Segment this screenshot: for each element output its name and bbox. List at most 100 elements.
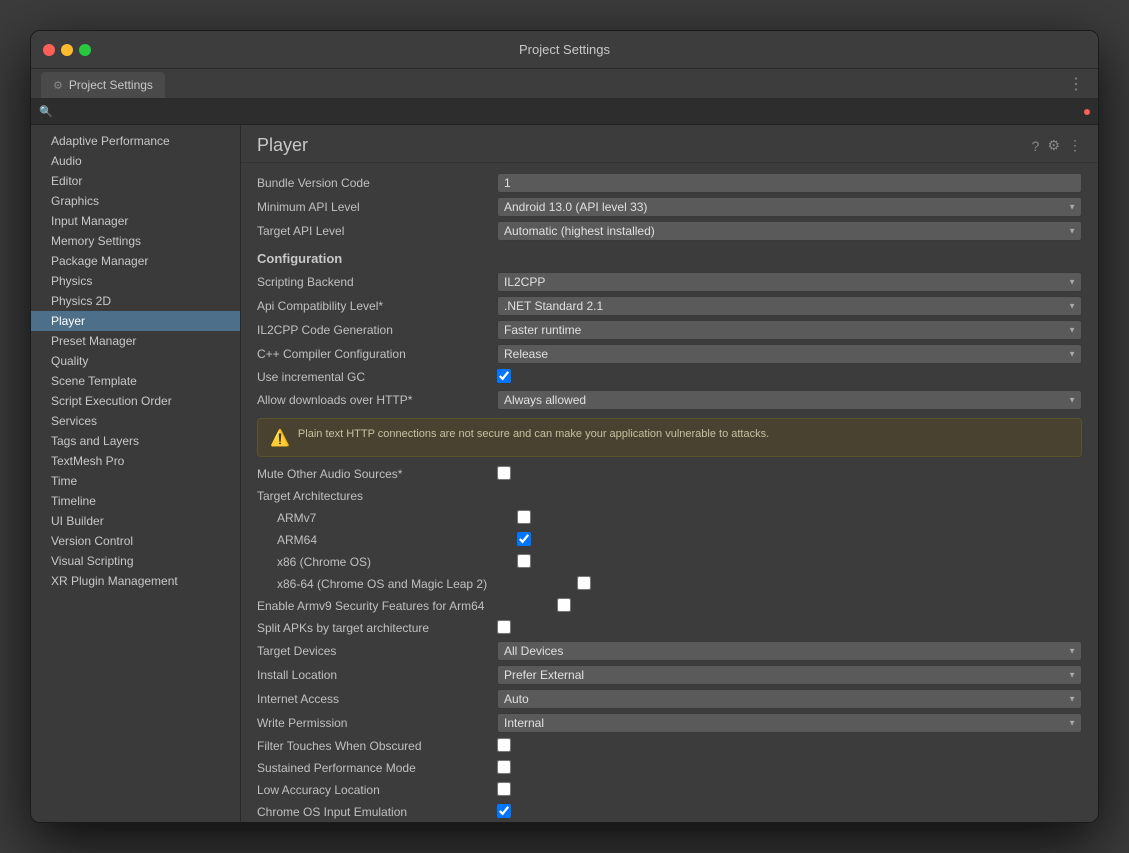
write-permission-wrapper: Internal (497, 713, 1082, 733)
armv7-checkbox[interactable] (517, 510, 531, 524)
x86-chrome-label: x86 (Chrome OS) (277, 555, 517, 569)
bundle-version-code-row: Bundle Version Code (257, 171, 1082, 195)
more-icon[interactable]: ⋮ (1068, 137, 1082, 154)
il2cpp-code-gen-select[interactable]: Faster runtime (497, 320, 1082, 340)
target-api-level-select[interactable]: Automatic (highest installed) (497, 221, 1082, 241)
sidebar-item-ui-builder[interactable]: UI Builder (31, 511, 240, 531)
more-options-icon[interactable]: ⋮ (1064, 74, 1088, 94)
sidebar-item-scene-template[interactable]: Scene Template (31, 371, 240, 391)
bundle-version-code-value (497, 173, 1082, 193)
sidebar-item-package-manager[interactable]: Package Manager (31, 251, 240, 271)
internet-access-wrapper: Auto (497, 689, 1082, 709)
sidebar-item-physics[interactable]: Physics (31, 271, 240, 291)
sustained-performance-value (497, 760, 1082, 777)
x86-chrome-checkbox[interactable] (517, 554, 531, 568)
filter-touches-checkbox[interactable] (497, 738, 511, 752)
help-icon[interactable]: ? (1032, 138, 1040, 154)
sidebar-item-xr-plugin-management[interactable]: XR Plugin Management (31, 571, 240, 591)
sidebar-item-memory-settings[interactable]: Memory Settings (31, 231, 240, 251)
titlebar: Project Settings (31, 31, 1098, 69)
sidebar-item-preset-manager[interactable]: Preset Manager (31, 331, 240, 351)
target-devices-select[interactable]: All Devices (497, 641, 1082, 661)
mute-audio-checkbox[interactable] (497, 466, 511, 480)
sidebar-item-adaptive-performance[interactable]: Adaptive Performance (31, 131, 240, 151)
x86-64-chrome-value (577, 576, 1082, 593)
install-location-select[interactable]: Prefer External (497, 665, 1082, 685)
window-title: Project Settings (519, 42, 610, 57)
x86-64-chrome-checkbox[interactable] (577, 576, 591, 590)
use-incremental-gc-checkbox[interactable] (497, 369, 511, 383)
main-window: Project Settings ⚙ Project Settings ⋮ 🔍 … (30, 30, 1099, 823)
sidebar-item-quality[interactable]: Quality (31, 351, 240, 371)
sidebar-item-script-execution-order[interactable]: Script Execution Order (31, 391, 240, 411)
sustained-performance-checkbox[interactable] (497, 760, 511, 774)
low-accuracy-location-checkbox[interactable] (497, 782, 511, 796)
sidebar-item-physics-2d[interactable]: Physics 2D (31, 291, 240, 311)
chrome-os-input-value (497, 804, 1082, 821)
search-input[interactable] (59, 105, 1078, 119)
enable-armv9-row: Enable Armv9 Security Features for Arm64 (257, 595, 1082, 617)
sidebar-item-timeline[interactable]: Timeline (31, 491, 240, 511)
settings-panel: Player ? ⚙ ⋮ Bundle Version Code Min (241, 125, 1098, 822)
install-location-wrapper: Prefer External (497, 665, 1082, 685)
minimum-api-level-row: Minimum API Level Android 13.0 (API leve… (257, 195, 1082, 219)
sidebar-item-services[interactable]: Services (31, 411, 240, 431)
sidebar-item-textmesh-pro[interactable]: TextMesh Pro (31, 451, 240, 471)
bundle-version-code-input[interactable] (497, 173, 1082, 193)
write-permission-select[interactable]: Internal (497, 713, 1082, 733)
sidebar-item-version-control[interactable]: Version Control (31, 531, 240, 551)
internet-access-row: Internet Access Auto (257, 687, 1082, 711)
target-devices-label: Target Devices (257, 644, 497, 658)
maximize-button[interactable] (79, 44, 91, 56)
sustained-performance-row: Sustained Performance Mode (257, 757, 1082, 779)
search-notification-dot (1084, 109, 1090, 115)
enable-armv9-value (557, 598, 1082, 615)
target-devices-wrapper: All Devices (497, 641, 1082, 661)
close-button[interactable] (43, 44, 55, 56)
arm64-checkbox[interactable] (517, 532, 531, 546)
enable-armv9-checkbox[interactable] (557, 598, 571, 612)
sidebar: Adaptive Performance Audio Editor Graphi… (31, 125, 241, 822)
panel-title: Player (257, 135, 308, 156)
split-apks-value (497, 620, 1082, 637)
arm64-value (517, 532, 1082, 549)
mute-audio-value (497, 466, 1082, 483)
split-apks-label: Split APKs by target architecture (257, 621, 497, 635)
armv7-row: ARMv7 (257, 507, 1082, 529)
search-icon: 🔍 (39, 105, 53, 118)
allow-downloads-http-row: Allow downloads over HTTP* Always allowe… (257, 388, 1082, 412)
use-incremental-gc-value (497, 369, 1082, 386)
use-incremental-gc-label: Use incremental GC (257, 370, 497, 384)
tab-bar: ⚙ Project Settings ⋮ (31, 69, 1098, 99)
scripting-backend-select[interactable]: IL2CPP (497, 272, 1082, 292)
il2cpp-code-gen-row: IL2CPP Code Generation Faster runtime (257, 318, 1082, 342)
armv7-value (517, 510, 1082, 527)
project-settings-tab[interactable]: ⚙ Project Settings (41, 72, 165, 98)
enable-armv9-label: Enable Armv9 Security Features for Arm64 (257, 599, 557, 613)
chrome-os-input-checkbox[interactable] (497, 804, 511, 818)
split-apks-checkbox[interactable] (497, 620, 511, 634)
panel-icons: ? ⚙ ⋮ (1032, 137, 1082, 154)
minimum-api-level-select[interactable]: Android 13.0 (API level 33) (497, 197, 1082, 217)
settings-icon[interactable]: ⚙ (1047, 137, 1060, 154)
armv7-label: ARMv7 (277, 511, 517, 525)
sidebar-item-time[interactable]: Time (31, 471, 240, 491)
low-accuracy-location-value (497, 782, 1082, 799)
sidebar-item-visual-scripting[interactable]: Visual Scripting (31, 551, 240, 571)
il2cpp-code-gen-wrapper: Faster runtime (497, 320, 1082, 340)
sidebar-item-graphics[interactable]: Graphics (31, 191, 240, 211)
tab-bar-right: ⋮ (1064, 74, 1088, 98)
sidebar-item-editor[interactable]: Editor (31, 171, 240, 191)
allow-downloads-http-select[interactable]: Always allowed (497, 390, 1082, 410)
gear-icon: ⚙ (53, 79, 63, 92)
sidebar-item-input-manager[interactable]: Input Manager (31, 211, 240, 231)
internet-access-select[interactable]: Auto (497, 689, 1082, 709)
minimize-button[interactable] (61, 44, 73, 56)
sidebar-item-audio[interactable]: Audio (31, 151, 240, 171)
cpp-compiler-config-select[interactable]: Release (497, 344, 1082, 364)
api-compatibility-select[interactable]: .NET Standard 2.1 (497, 296, 1082, 316)
cpp-compiler-config-wrapper: Release (497, 344, 1082, 364)
sidebar-item-tags-and-layers[interactable]: Tags and Layers (31, 431, 240, 451)
sidebar-item-player[interactable]: Player (31, 311, 240, 331)
allow-downloads-http-label: Allow downloads over HTTP* (257, 393, 497, 407)
